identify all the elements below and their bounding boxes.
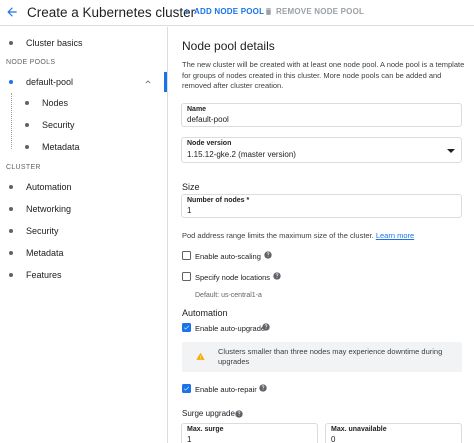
sidebar-item-label: Security xyxy=(26,226,59,236)
bullet-icon xyxy=(9,273,13,277)
trash-icon xyxy=(265,8,272,15)
auto-repair-label: Enable auto-repair xyxy=(195,385,257,394)
page-title: Create a Kubernetes cluster xyxy=(27,5,196,20)
node-version-select[interactable]: Node version 1.15.12-gke.2 (master versi… xyxy=(181,137,462,163)
sidebar-item-label: Cluster basics xyxy=(26,38,83,48)
section-title: Node pool details xyxy=(182,39,275,53)
dropdown-arrow-icon xyxy=(447,149,455,153)
bullet-icon xyxy=(25,123,29,127)
learn-more-link[interactable]: Learn more xyxy=(376,231,414,240)
sidebar-item-label: default-pool xyxy=(26,77,74,87)
node-pools-heading: NODE POOLS xyxy=(6,59,56,66)
sidebar-item-metadata-pool[interactable]: Metadata xyxy=(0,137,167,157)
help-icon[interactable] xyxy=(235,410,243,418)
bullet-icon xyxy=(9,229,13,233)
add-node-pool-button[interactable]: ADD NODE POOL xyxy=(182,7,264,16)
sidebar-item-label: Automation xyxy=(26,182,72,192)
sidebar-item-security[interactable]: Security xyxy=(0,115,167,135)
chevron-up-icon[interactable] xyxy=(143,77,153,87)
max-unavailable-value: 0 xyxy=(331,435,336,443)
bullet-icon xyxy=(9,80,13,84)
help-icon[interactable] xyxy=(264,251,272,259)
check-icon xyxy=(183,325,190,330)
sidebar-item-label: Security xyxy=(42,120,75,130)
max-unavailable-field[interactable]: Max. unavailable 0 xyxy=(325,423,462,443)
surge-upgrade-heading: Surge upgrade xyxy=(182,409,235,418)
sidebar-item-cluster-metadata[interactable]: Metadata xyxy=(0,243,167,263)
max-surge-label: Max. surge xyxy=(187,426,224,433)
bullet-icon xyxy=(9,185,13,189)
bullet-icon xyxy=(25,145,29,149)
max-surge-field[interactable]: Max. surge 1 xyxy=(181,423,318,443)
node-locations-label: Specify node locations xyxy=(195,273,271,282)
description-text: The new cluster will be created with at … xyxy=(182,60,465,90)
node-version-label: Node version xyxy=(187,140,232,147)
bullet-icon xyxy=(9,207,13,211)
number-of-nodes-label: Number of nodes * xyxy=(187,197,250,204)
warning-banner: Clusters smaller than three nodes may ex… xyxy=(182,342,462,372)
sidebar-item-features[interactable]: Features xyxy=(0,265,167,285)
sidebar-item-default-pool[interactable]: default-pool xyxy=(0,72,167,92)
remove-node-pool-label: REMOVE NODE POOL xyxy=(276,7,365,16)
max-unavailable-label: Max. unavailable xyxy=(331,426,387,433)
main-content: Node pool details The new cluster will b… xyxy=(168,27,474,443)
sidebar-item-label: Nodes xyxy=(42,98,69,108)
number-of-nodes-value: 1 xyxy=(187,206,192,215)
sidebar-item-cluster-basics[interactable]: Cluster basics xyxy=(0,33,167,53)
max-surge-value: 1 xyxy=(187,435,192,443)
name-field-label: Name xyxy=(187,106,207,113)
bullet-icon xyxy=(9,251,13,255)
top-bar: Create a Kubernetes cluster ADD NODE POO… xyxy=(0,0,474,26)
sidebar-item-label: Networking xyxy=(26,204,72,214)
add-icon xyxy=(183,8,190,15)
warning-icon xyxy=(196,352,205,360)
help-icon[interactable] xyxy=(273,272,281,280)
auto-scaling-label: Enable auto-scaling xyxy=(195,252,261,261)
help-icon[interactable] xyxy=(259,384,267,392)
sidebar-item-label: Metadata xyxy=(42,142,80,152)
pod-range-label: Pod address range limits the maximum siz… xyxy=(182,231,374,240)
sidebar-item-automation[interactable]: Automation xyxy=(0,177,167,197)
sidebar-item-cluster-security[interactable]: Security xyxy=(0,221,167,241)
default-location-text: Default: us-central1-a xyxy=(195,292,262,299)
node-locations-checkbox[interactable] xyxy=(182,272,191,281)
remove-node-pool-button[interactable]: REMOVE NODE POOL xyxy=(264,7,364,16)
sidebar: Cluster basics NODE POOLS default-pool N… xyxy=(0,27,168,443)
sidebar-item-nodes[interactable]: Nodes xyxy=(0,93,167,113)
auto-upgrade-label: Enable auto-upgrade xyxy=(195,324,266,333)
auto-upgrade-checkbox[interactable] xyxy=(182,323,191,332)
add-node-pool-label: ADD NODE POOL xyxy=(194,7,265,16)
help-icon[interactable] xyxy=(262,323,270,331)
name-field-value: default-pool xyxy=(187,115,229,124)
selection-indicator xyxy=(164,72,167,92)
size-heading: Size xyxy=(182,182,200,192)
number-of-nodes-field[interactable]: Number of nodes * 1 xyxy=(181,194,462,218)
sidebar-item-label: Features xyxy=(26,270,62,280)
pod-range-text: Pod address range limits the maximum siz… xyxy=(182,231,414,240)
sidebar-item-networking[interactable]: Networking xyxy=(0,199,167,219)
name-field[interactable]: Name default-pool xyxy=(181,103,462,127)
warning-text: Clusters smaller than three nodes may ex… xyxy=(218,347,443,366)
cluster-heading: CLUSTER xyxy=(6,164,41,171)
bullet-icon xyxy=(9,41,13,45)
automation-heading: Automation xyxy=(182,308,228,318)
node-version-value: 1.15.12-gke.2 (master version) xyxy=(187,150,296,159)
bullet-icon xyxy=(25,101,29,105)
auto-repair-checkbox[interactable] xyxy=(182,384,191,393)
auto-scaling-checkbox[interactable] xyxy=(182,251,191,260)
check-icon xyxy=(183,386,190,391)
sidebar-item-label: Metadata xyxy=(26,248,64,258)
arrow-back-icon[interactable] xyxy=(5,5,19,19)
